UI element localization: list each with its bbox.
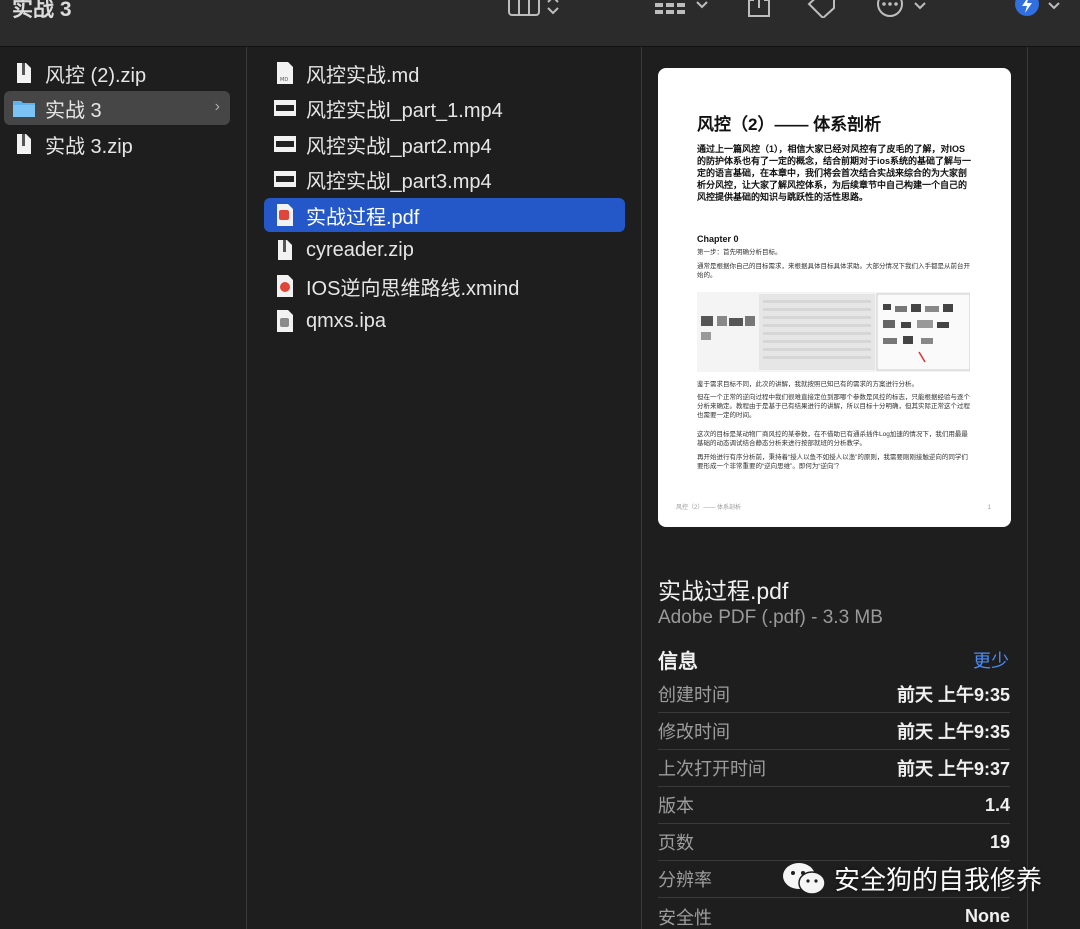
markdown-file-icon: MD: [273, 60, 297, 86]
list-item[interactable]: 实战 3.zip: [8, 127, 230, 161]
column-2: MD 风控实战.md 风控实战l_part_1.mp4 风控实战l_part2.…: [247, 47, 642, 929]
chevron-right-icon: ›: [214, 98, 220, 115]
info-value: 19: [989, 831, 1010, 852]
list-item-label: 风控 (2).zip: [45, 64, 147, 87]
file-kind-size: Adobe PDF (.pdf) - 3.3 MB: [658, 607, 883, 628]
list-item[interactable]: 风控 (2).zip: [8, 56, 230, 90]
video-file-icon: [273, 166, 297, 192]
info-row: 安全性 None: [658, 898, 1010, 929]
preview-intro: 通过上一篇风控（1），相信大家已经对风控有了皮毛的了解，对IOS的防护体系也有了…: [697, 144, 972, 202]
list-item[interactable]: 实战 3 ›: [4, 91, 230, 125]
info-key: 页数: [658, 833, 694, 853]
svg-text:MD: MD: [280, 77, 288, 83]
zip-icon: [12, 131, 36, 157]
ipa-file-icon: [273, 308, 297, 334]
folder-icon: [12, 95, 36, 121]
video-file-icon: [273, 131, 297, 157]
preview-paragraph: 通常是根据你自己的目标需求，来根据具体目标具体求助。大部分情况下我们入手都是从前…: [697, 263, 970, 279]
list-item-label: 风控实战l_part2.mp4: [306, 135, 492, 158]
column-4: [1028, 47, 1080, 929]
info-row: 创建时间 前天 上午9:35: [658, 676, 1010, 713]
pdf-file-icon: [273, 202, 297, 228]
tag-icon[interactable]: [806, 0, 836, 18]
zip-icon: [273, 237, 297, 263]
window-title: 实战 3: [12, 0, 72, 21]
list-item-label: cyreader.zip: [306, 238, 414, 261]
info-key: 修改时间: [658, 722, 730, 742]
preview-pane: 风控（2）—— 体系剖析 通过上一篇风控（1），相信大家已经对风控有了皮毛的了解…: [642, 47, 1028, 929]
list-item[interactable]: cyreader.zip: [269, 233, 625, 267]
list-item[interactable]: 实战过程.pdf: [264, 198, 625, 232]
chevron-down-icon: [696, 1, 708, 9]
zip-icon: [12, 60, 36, 86]
xmind-file-icon: [273, 273, 297, 299]
info-row: 修改时间 前天 上午9:35: [658, 713, 1010, 750]
info-value: None: [965, 906, 1010, 926]
column-1: 风控 (2).zip 实战 3 › 实战 3.zip: [0, 47, 247, 929]
preview-paragraph: 再开始进行有序分析前，秉持着“授人以鱼不如授人以渔”的原则，我需要刚刚接触逆向的…: [697, 454, 968, 470]
list-item[interactable]: 风控实战l_part_1.mp4: [269, 91, 625, 125]
chevron-down-icon: [914, 2, 926, 10]
watermark-text: 安全狗的自我修养: [834, 865, 1043, 895]
list-item-label: 实战过程.pdf: [306, 206, 420, 229]
info-key: 创建时间: [658, 685, 730, 705]
grid-view-icon[interactable]: [654, 0, 710, 16]
info-value: 1.4: [984, 794, 1010, 815]
list-item[interactable]: qmxs.ipa: [269, 304, 625, 338]
preview-page-number: 1: [987, 505, 991, 511]
toolbar: 实战 3: [0, 0, 1080, 47]
info-row: 版本 1.4: [658, 787, 1010, 824]
info-value: 前天 上午9:37: [896, 759, 1010, 779]
show-less-button[interactable]: 更少: [973, 647, 1009, 673]
info-key: 版本: [658, 796, 694, 816]
list-item-label: IOS逆向思维路线.xmind: [306, 277, 520, 300]
video-file-icon: [273, 95, 297, 121]
preview-doc-title: 风控（2）—— 体系剖析: [697, 115, 882, 134]
info-key: 分辨率: [658, 870, 712, 890]
preview-footer-title: 风控（2）—— 体系剖析: [676, 505, 742, 511]
watermark: 安全狗的自我修养: [782, 860, 1042, 897]
preview-paragraph: 鉴于需求目标不同，此次的讲解，我就按照已知已有的需求的方案进行分析。: [697, 381, 918, 388]
column-view-icon[interactable]: [508, 0, 562, 16]
share-icon[interactable]: [746, 0, 772, 18]
info-key: 上次打开时间: [658, 759, 766, 779]
list-item-label: 风控实战.md: [306, 64, 420, 87]
updown-chevron-icon: [547, 0, 559, 15]
info-value: 前天 上午9:35: [896, 722, 1010, 742]
list-item[interactable]: 风控实战l_part2.mp4: [269, 127, 625, 161]
info-row: 页数 19: [658, 824, 1010, 861]
preview-paragraph: 但在一个正常的逆向过程中我们很难直接定位到那哪个参数是风控的标志，只能根据经验与…: [697, 394, 970, 419]
preview-paragraph: 这次的目标是某动物厂商风控的某参数，在不借助已有通杀插件Log加速的情况下，我们…: [697, 431, 968, 447]
info-key: 安全性: [658, 907, 712, 928]
list-item-label: 实战 3.zip: [45, 135, 133, 158]
preview-chapter: Chapter 0: [697, 234, 739, 244]
list-item[interactable]: IOS逆向思维路线.xmind: [269, 269, 625, 303]
document-preview[interactable]: 风控（2）—— 体系剖析 通过上一篇风控（1），相信大家已经对风控有了皮毛的了解…: [658, 68, 1011, 527]
chevron-down-icon: [1048, 2, 1060, 10]
list-item[interactable]: 风控实战l_part3.mp4: [269, 162, 625, 196]
info-row: 上次打开时间 前天 上午9:37: [658, 750, 1010, 787]
list-item-label: qmxs.ipa: [306, 309, 387, 332]
wechat-icon: [783, 862, 826, 895]
more-icon[interactable]: [876, 0, 928, 18]
file-name: 实战过程.pdf: [658, 578, 789, 604]
info-value: 前天 上午9:35: [896, 685, 1010, 705]
preview-screenshot-image: [697, 292, 971, 372]
list-item-label: 风控实战l_part_1.mp4: [306, 99, 503, 122]
extension-icon[interactable]: [1014, 0, 1062, 18]
preview-step: 第一步：首先明确分析目标。: [697, 249, 782, 256]
list-item[interactable]: MD 风控实战.md: [269, 56, 625, 90]
list-item-label: 风控实战l_part3.mp4: [306, 170, 492, 193]
info-heading: 信息: [658, 651, 698, 673]
list-item-label: 实战 3: [45, 99, 102, 122]
